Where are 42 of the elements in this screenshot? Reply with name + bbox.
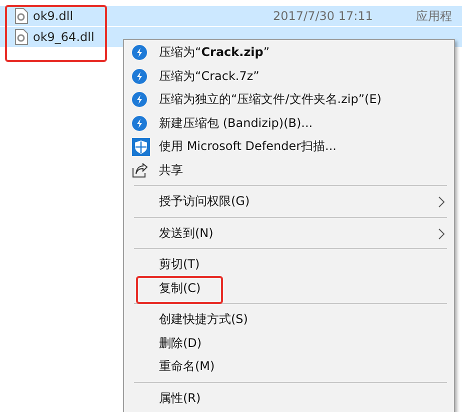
menu-label: 发送到(N)	[159, 224, 214, 242]
menu-label: 删除(D)	[159, 334, 202, 352]
menu-item[interactable]: 删除(D)	[124, 332, 454, 355]
menu-label: 压缩为独立的“压缩文件/文件夹名.zip”(E)	[159, 91, 382, 108]
menu-label: 属性(R)	[159, 390, 201, 407]
menu-item[interactable]: 发送到(N)	[124, 222, 454, 245]
chevron-icon	[438, 196, 445, 208]
file-name: ok9.dll	[33, 9, 74, 23]
menu-label: 压缩为“Crack.zip”	[159, 44, 270, 62]
lightning-icon	[132, 116, 147, 131]
menu-item[interactable]: 压缩为“Crack.7z”	[124, 64, 454, 88]
menu-item[interactable]: 剪切(T)	[124, 253, 454, 276]
menu-item[interactable]: 属性(R)	[124, 386, 454, 410]
menu-label: 创建快捷方式(S)	[159, 311, 248, 328]
menu-label: 授予访问权限(G)	[159, 193, 250, 210]
file-row[interactable]: ok9.dll 2017/7/30 17:11 应用程	[0, 6, 462, 26]
menu-label: 剪切(T)	[159, 256, 200, 274]
share-icon	[132, 162, 148, 178]
menu-label: 使用 Microsoft Defender扫描...	[159, 138, 336, 156]
menu-label: 新建压缩包 (Bandizip)(B)...	[159, 114, 313, 132]
lightning-icon	[132, 45, 147, 60]
menu-item[interactable]: 复制(C)	[124, 276, 454, 300]
file-date: 2017/7/30 17:11	[273, 9, 374, 23]
lightning-icon	[132, 92, 147, 108]
menu-label: 重命名(M)	[159, 358, 215, 376]
menu-label: 复制(C)	[159, 280, 201, 297]
menu-item[interactable]: 压缩为独立的“压缩文件/文件夹名.zip”(E)	[124, 88, 454, 112]
menu-item[interactable]: 授予访问权限(G)	[124, 190, 454, 214]
file-icon	[15, 29, 28, 45]
menu-label: 共享	[159, 162, 183, 179]
menu-item[interactable]: 新建压缩包 (Bandizip)(B)...	[124, 112, 454, 135]
file-type: 应用程	[416, 8, 453, 24]
menu-label: 压缩为“Crack.7z”	[159, 68, 260, 85]
shield-icon	[132, 138, 150, 156]
chevron-icon	[438, 228, 445, 240]
menu-item[interactable]: 创建快捷方式(S)	[124, 308, 454, 332]
menu-item[interactable]: 使用 Microsoft Defender扫描...	[124, 135, 454, 158]
menu-item[interactable]: 重命名(M)	[124, 355, 454, 378]
menu-item[interactable]: 共享	[124, 158, 454, 182]
file-icon	[15, 8, 28, 24]
file-name: ok9_64.dll	[33, 30, 94, 44]
lightning-icon	[132, 68, 147, 84]
